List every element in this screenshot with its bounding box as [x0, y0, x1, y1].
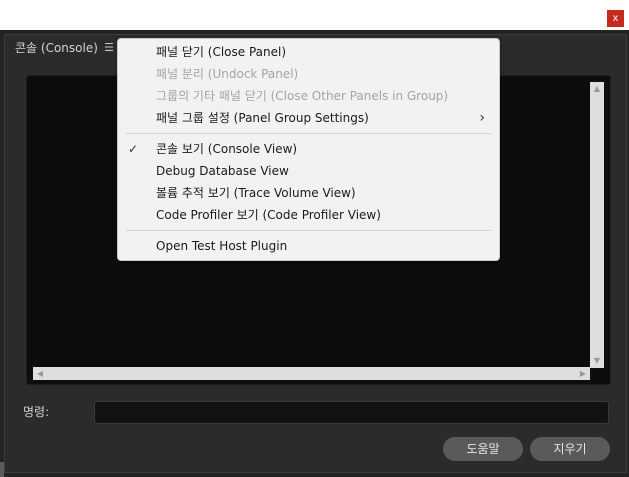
menu-item-label: Open Test Host Plugin: [156, 239, 288, 253]
menu-item-label: 패널 닫기 (Close Panel): [156, 45, 287, 59]
menu-item-close-other-panels: 그룹의 기타 패널 닫기 (Close Other Panels in Grou…: [118, 85, 499, 107]
clear-button[interactable]: 지우기: [530, 437, 610, 461]
scroll-right-icon[interactable]: ▶: [577, 367, 589, 380]
command-label: 명령:: [23, 405, 50, 419]
menu-item-label: 그룹의 기타 패널 닫기 (Close Other Panels in Grou…: [156, 89, 449, 103]
close-button[interactable]: x: [607, 10, 624, 27]
menu-item-label: Debug Database View: [156, 164, 289, 178]
horizontal-scrollbar[interactable]: ◀ ▶: [33, 367, 590, 380]
menu-item-code-profiler-view[interactable]: Code Profiler 보기 (Code Profiler View): [118, 204, 499, 226]
help-button[interactable]: 도움말: [443, 437, 523, 461]
window-edge: [0, 462, 4, 477]
panel-context-menu: 패널 닫기 (Close Panel) 패널 분리 (Undock Panel)…: [117, 38, 500, 261]
panel-menu-icon[interactable]: ☰: [101, 40, 117, 56]
menu-item-debug-database-view[interactable]: Debug Database View: [118, 160, 499, 182]
scroll-up-icon[interactable]: ▲: [590, 83, 604, 95]
menu-item-label: 콘솔 보기 (Console View): [156, 142, 298, 156]
menu-item-console-view[interactable]: ✓ 콘솔 보기 (Console View): [118, 138, 499, 160]
menu-item-trace-volume-view[interactable]: 볼륨 추적 보기 (Trace Volume View): [118, 182, 499, 204]
title-bar[interactable]: x: [0, 0, 629, 30]
menu-item-label: 패널 분리 (Undock Panel): [156, 67, 299, 81]
chevron-right-icon: ›: [479, 110, 485, 126]
menu-item-undock-panel: 패널 분리 (Undock Panel): [118, 63, 499, 85]
command-input[interactable]: [94, 401, 609, 424]
menu-item-close-panel[interactable]: 패널 닫기 (Close Panel): [118, 41, 499, 63]
menu-separator: [126, 133, 491, 134]
menu-item-open-test-host-plugin[interactable]: Open Test Host Plugin: [118, 235, 499, 257]
tab-console[interactable]: 콘솔 (Console): [15, 39, 98, 57]
menu-item-label: Code Profiler 보기 (Code Profiler View): [156, 208, 381, 222]
console-window: x 콘솔 (Console) ☰ ▲ ▼ ◀ ▶ 명령: 도움말 지우기 패널 …: [0, 0, 629, 477]
scroll-left-icon[interactable]: ◀: [34, 367, 46, 380]
menu-separator: [126, 230, 491, 231]
menu-item-label: 볼륨 추적 보기 (Trace Volume View): [156, 186, 356, 200]
check-icon: ✓: [128, 142, 139, 156]
menu-item-panel-group-settings[interactable]: 패널 그룹 설정 (Panel Group Settings) ›: [118, 107, 499, 129]
menu-item-label: 패널 그룹 설정 (Panel Group Settings): [156, 111, 369, 125]
vertical-scrollbar[interactable]: ▲ ▼: [590, 82, 604, 368]
scroll-down-icon[interactable]: ▼: [590, 355, 604, 367]
